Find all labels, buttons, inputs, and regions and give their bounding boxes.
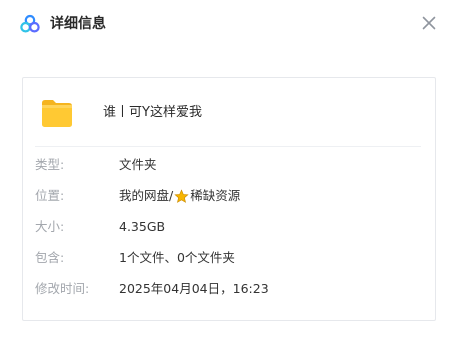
location-suffix[interactable]: 稀缺资源	[190, 186, 240, 206]
details-panel: 谁丨可Y这样爱我 类型: 文件夹 位置: 我的网盘/ 稀缺资源 大小: 4.35…	[22, 77, 436, 321]
size-value: 4.35GB	[119, 219, 166, 234]
modified-label: 修改时间:	[35, 281, 90, 296]
star-icon	[174, 188, 189, 203]
baidu-netdisk-cloud-icon	[20, 14, 40, 33]
contains-label: 包含:	[35, 250, 65, 265]
file-header: 谁丨可Y这样爱我	[41, 98, 421, 130]
location-prefix[interactable]: 我的网盘/	[119, 186, 173, 206]
size-label: 大小:	[35, 219, 65, 234]
divider	[35, 146, 421, 147]
modified-value: 2025年04月04日，16:23	[119, 281, 269, 296]
type-value: 文件夹	[119, 157, 157, 172]
folder-icon	[42, 100, 72, 127]
dialog-title: 详细信息	[50, 16, 106, 32]
type-label: 类型:	[35, 157, 65, 172]
detail-row-type: 类型: 文件夹	[35, 155, 425, 175]
detail-row-location: 位置: 我的网盘/ 稀缺资源	[35, 186, 425, 206]
close-icon[interactable]	[420, 14, 438, 32]
contains-value: 1个文件、0个文件夹	[119, 250, 235, 265]
file-name: 谁丨可Y这样爱我	[103, 105, 202, 120]
detail-row-size: 大小: 4.35GB	[35, 217, 425, 237]
detail-row-modified: 修改时间: 2025年04月04日，16:23	[35, 279, 425, 299]
file-details-dialog: 详细信息 谁丨可Y这样爱我 类型: 文件夹 位置: 我的网盘/ 稀缺资源 大小:…	[0, 0, 454, 339]
location-label: 位置:	[35, 188, 65, 203]
location-value: 我的网盘/ 稀缺资源	[119, 186, 240, 206]
dialog-titlebar: 详细信息	[0, 0, 454, 48]
detail-row-contains: 包含: 1个文件、0个文件夹	[35, 248, 425, 268]
